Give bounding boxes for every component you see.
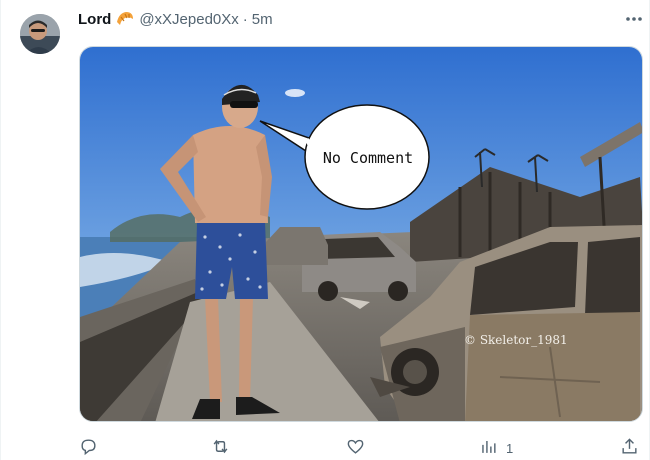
views-count: 1: [506, 440, 514, 456]
avatar[interactable]: [20, 14, 60, 54]
croissant-icon: [115, 10, 135, 28]
retweet-button[interactable]: [211, 436, 230, 460]
share-button[interactable]: [620, 436, 639, 460]
tweet-media[interactable]: No Comment © Skeletor_1981: [79, 46, 643, 422]
reply-icon: [79, 437, 98, 459]
heart-icon: [346, 437, 365, 459]
retweet-icon: [211, 437, 230, 459]
user-handle[interactable]: @xXJeped0Xx: [139, 11, 238, 28]
display-name[interactable]: Lord: [78, 11, 111, 28]
more-horizontal-icon[interactable]: [622, 9, 646, 29]
separator-dot: ·: [242, 10, 248, 28]
tweet[interactable]: Lord @xXJeped0Xx · 5m No Comment © Skele…: [0, 0, 650, 460]
speech-bubble-text: No Comment: [323, 149, 413, 167]
tweet-actions: 1: [79, 436, 643, 460]
watermark-text: © Skeletor_1981: [464, 333, 568, 347]
timestamp[interactable]: 5m: [252, 11, 273, 28]
views-button[interactable]: 1: [479, 436, 513, 460]
media-photo: No Comment © Skeletor_1981: [80, 47, 642, 421]
share-icon: [620, 437, 639, 459]
tweet-header: Lord @xXJeped0Xx · 5m: [78, 9, 273, 29]
like-button[interactable]: [346, 436, 365, 460]
reply-button[interactable]: [79, 436, 98, 460]
avatar-image: [20, 14, 60, 54]
bar-chart-icon: [479, 437, 498, 459]
